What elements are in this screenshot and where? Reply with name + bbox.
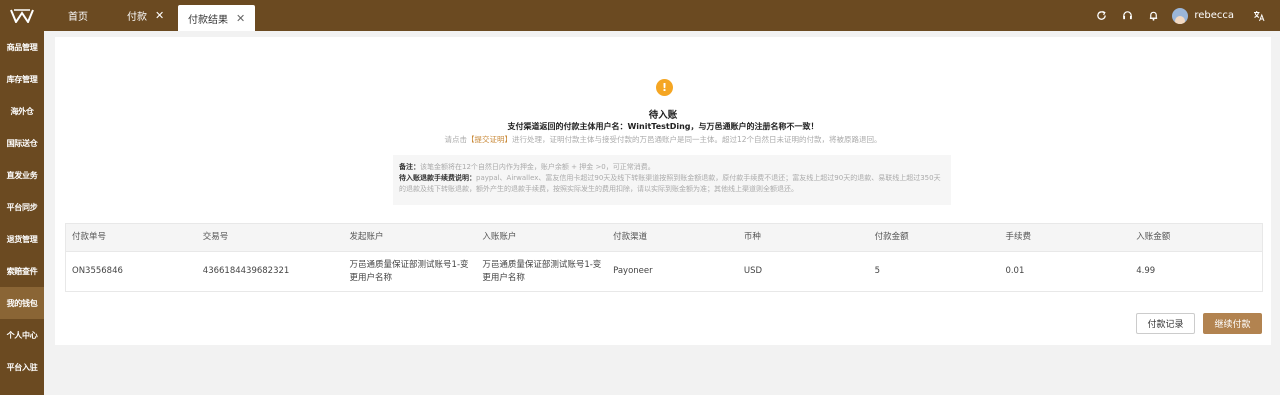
target-account-cell: 万邑通质量保证部测试账号1-变更用户名称 [482,259,602,283]
sidebar: 商品管理 库存管理 海外仓 国际送仓 直发业务 平台同步 退货管理 索赔查件 我… [0,31,44,395]
logo[interactable] [0,0,44,31]
tab-home[interactable]: 首页 [58,0,98,31]
status-hint: 请点击【提交证明】进行处理，证明付款主体与接受付款的万邑通账户是同一主体。超过1… [55,134,1271,145]
table-header: 付款单号 交易号 发起账户 入账账户 付款渠道 币种 付款金额 手续费 入账金额 [66,224,1262,251]
column-header: 入账金额 [1136,232,1171,242]
close-icon[interactable]: ✕ [155,10,164,21]
sidebar-item-direct[interactable]: 直发业务 [0,159,44,191]
table-row: ON3556846 4366184439682321 万邑通质量保证部测试账号1… [66,251,1262,291]
translate-icon[interactable] [1246,0,1272,31]
remark-text: 该笔金额将在12个自然日内作为押金，账户余额 + 押金 >0，可正常消费。 [420,163,655,171]
sidebar-item-claims[interactable]: 索赔查件 [0,255,44,287]
tab-payment[interactable]: 付款 ✕ [117,0,174,31]
payment-records-button[interactable]: 付款记录 [1136,313,1195,334]
warning-icon: ! [656,79,673,96]
bell-icon[interactable] [1140,0,1166,31]
top-right-tools: rebecca [1088,0,1280,31]
fee-text: paypal、Airwallex、富友信用卡超过90天及线下转账渠道按照到账金额… [399,174,941,193]
payment-table: 付款单号 交易号 发起账户 入账账户 付款渠道 币种 付款金额 手续费 入账金额… [65,223,1263,292]
logo-mark-icon [10,8,34,23]
fee-cell: 0.01 [1005,266,1025,276]
transaction-number-cell: 4366184439682321 [202,266,290,276]
sidebar-item-inventory[interactable]: 库存管理 [0,63,44,95]
column-header: 交易号 [202,232,229,242]
payment-amount-cell: 5 [874,266,881,276]
column-header: 付款渠道 [613,232,648,242]
tab-label: 首页 [68,12,88,23]
username[interactable]: rebecca [1194,10,1234,21]
sidebar-item-platform-sync[interactable]: 平台同步 [0,191,44,223]
avatar[interactable] [1172,7,1189,24]
note-box: 备注：该笔金额将在12个自然日内作为押金，账户余额 + 押金 >0，可正常消费。… [393,155,951,205]
submit-proof-link[interactable]: 【提交证明】 [467,135,512,144]
source-account-cell: 万邑通质量保证部测试账号1-变更用户名称 [349,259,469,283]
headset-icon[interactable] [1114,0,1140,31]
hint-prefix: 请点击 [444,135,467,144]
status-message: 支付渠道返回的付款主体用户名：WinitTestDing，与万邑通账户的注册名称… [507,122,819,131]
continue-payment-button[interactable]: 继续付款 [1203,313,1262,334]
payment-number-cell: ON3556846 [72,266,123,276]
tab-payment-result[interactable]: 付款结果 ✕ [178,5,256,31]
top-bar: 首页 付款 ✕ 付款结果 ✕ rebecca [0,0,1280,31]
column-header: 发起账户 [349,232,384,242]
column-header: 手续费 [1005,232,1031,242]
column-header: 付款金额 [874,232,909,242]
column-header: 币种 [743,232,761,242]
column-header: 付款单号 [72,232,107,242]
fee-label: 待入账退款手续费说明： [399,174,476,182]
refresh-icon[interactable] [1088,0,1114,31]
sidebar-item-onboarding[interactable]: 平台入驻 [0,351,44,383]
tab-label: 付款 [127,12,147,23]
sidebar-item-returns[interactable]: 退货管理 [0,223,44,255]
tab-label: 付款结果 [188,14,228,26]
credited-amount-cell: 4.99 [1136,266,1156,276]
sidebar-item-international[interactable]: 国际送仓 [0,127,44,159]
hint-suffix: 进行处理，证明付款主体与接受付款的万邑通账户是同一主体。超过12个自然日未证明的… [511,135,882,144]
payment-result-card: ! 待入账 支付渠道返回的付款主体用户名：WinitTestDing，与万邑通账… [55,37,1271,345]
payment-channel-cell: Payoneer [613,266,653,276]
sidebar-item-profile[interactable]: 个人中心 [0,319,44,351]
sidebar-item-wallet[interactable]: 我的钱包 [0,287,44,319]
sidebar-item-overseas-warehouse[interactable]: 海外仓 [0,95,44,127]
status-title: 待入账 [648,110,678,121]
remark-label: 备注： [399,163,420,171]
sidebar-item-product[interactable]: 商品管理 [0,31,44,63]
close-icon[interactable]: ✕ [236,13,245,24]
currency-cell: USD [743,266,763,276]
column-header: 入账账户 [482,232,517,242]
